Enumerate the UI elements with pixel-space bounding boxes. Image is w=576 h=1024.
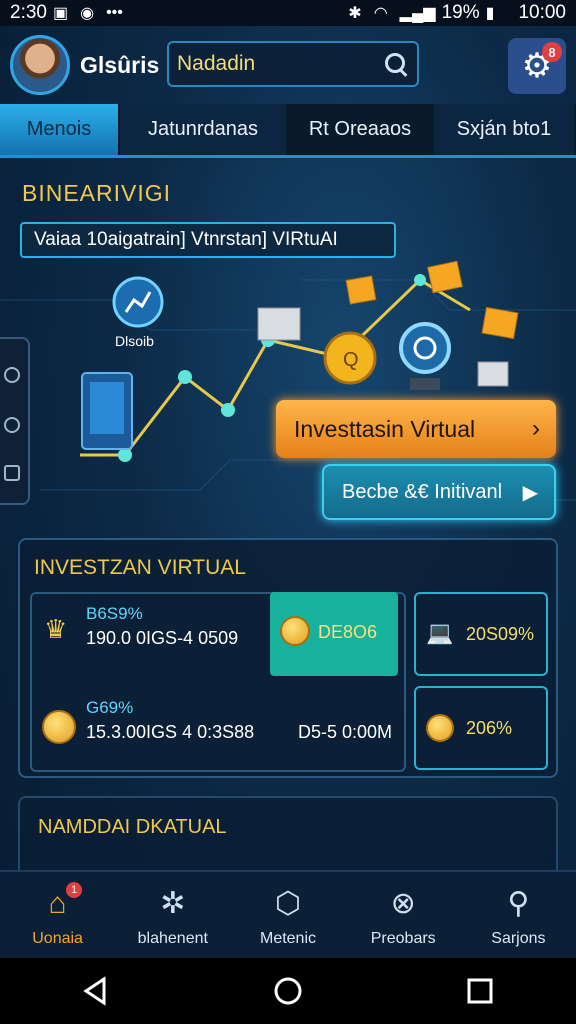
grid-icon bbox=[4, 465, 20, 481]
battery-icon: ▮ bbox=[485, 5, 495, 22]
teal-card-value: DE8O6 bbox=[318, 622, 378, 642]
nav-badge: 1 bbox=[66, 882, 82, 898]
stat-card-value: 206% bbox=[466, 718, 513, 738]
chevron-right-icon: › bbox=[532, 415, 540, 442]
system-navigation-bar bbox=[0, 958, 576, 1024]
secondary-action-label: Becbe &€ Initivanl bbox=[342, 480, 503, 503]
tab-jatunrdanas[interactable]: Jatunrdanas bbox=[120, 104, 288, 155]
bottom-navigation: ⌂ 1 Uonaia ✲ blahenent ⬡ Metenic ⊗ Preob… bbox=[0, 870, 576, 958]
wifi-icon: ◠ bbox=[373, 5, 388, 22]
investment-virtual-label: Investtasin Virtual bbox=[294, 415, 476, 442]
nav-home[interactable]: ⌂ 1 Uonaia bbox=[0, 872, 115, 958]
hero-heading: BINEARIVIGI bbox=[22, 180, 172, 206]
investment-panel: INVESTZAN VIRTUAL ♛ B6S9% 190.0 0IGS-4 0… bbox=[18, 538, 558, 778]
tab-menois[interactable]: Menois bbox=[0, 104, 120, 155]
hero-banner: Vaiaa 10aigatrain] Vtnrstan] VIRtuAI bbox=[20, 222, 396, 258]
nav-metrics[interactable]: ⬡ Metenic bbox=[230, 872, 345, 958]
illustration-label: Dlsoib bbox=[115, 333, 154, 349]
coin-card-icon bbox=[345, 275, 377, 305]
status-bar: 2:30 ▣ ◉ ••• ✱ ◠ ▂▄▆ 19% ▮ 10:00 bbox=[0, 0, 576, 26]
battery-level: 19% bbox=[441, 2, 480, 23]
recents-icon[interactable] bbox=[460, 971, 500, 1011]
coin-icon bbox=[280, 616, 310, 646]
nav-label: blahenent bbox=[137, 930, 208, 947]
cross-circle-icon: ⊗ bbox=[390, 887, 416, 920]
secondary-panel-title: NAMDDAI DKATUAL bbox=[38, 816, 227, 838]
tab-sxjan[interactable]: Sxján bto1 bbox=[434, 104, 576, 155]
chart-badge-icon bbox=[112, 276, 164, 328]
hex-icon: ⬡ bbox=[274, 887, 302, 920]
stat-card[interactable]: 206% bbox=[414, 686, 548, 770]
nav-search[interactable]: ⚲ Sarjons bbox=[461, 872, 576, 958]
secondary-action-button[interactable]: Becbe &€ Initivanl ▶ bbox=[322, 464, 556, 520]
crypto-orb-icon bbox=[399, 322, 451, 390]
search-input[interactable] bbox=[177, 52, 383, 76]
sync-icon bbox=[4, 417, 20, 433]
side-drawer-handle[interactable] bbox=[0, 337, 30, 505]
avatar[interactable] bbox=[10, 35, 70, 95]
home-button-icon[interactable] bbox=[268, 971, 308, 1011]
nav-label: Preobars bbox=[370, 930, 436, 947]
settings-button[interactable]: ⚙ 8 bbox=[508, 38, 566, 94]
notification-badge: 8 bbox=[542, 42, 562, 62]
document-icon bbox=[477, 361, 509, 387]
nav-problems[interactable]: ⊗ Preobars bbox=[346, 872, 461, 958]
row1-title: B6S9% bbox=[86, 604, 143, 623]
coin-icon bbox=[426, 714, 454, 742]
coin-card-icon bbox=[427, 260, 463, 294]
app-header: Glsûris ⚙ 8 bbox=[0, 32, 576, 100]
monitor-icon bbox=[81, 372, 133, 450]
search-bar[interactable] bbox=[167, 41, 419, 87]
box-icon bbox=[257, 307, 301, 341]
mid-value: D5-5 0:00M bbox=[298, 722, 393, 742]
investment-virtual-button[interactable]: Investtasin Virtual › bbox=[276, 400, 556, 458]
more-icon: ••• bbox=[106, 4, 123, 21]
nav-label: Uonaia bbox=[32, 930, 83, 947]
nav-label: Metenic bbox=[259, 930, 317, 947]
app-screen: 2:30 ▣ ◉ ••• ✱ ◠ ▂▄▆ 19% ▮ 10:00 Glsûris… bbox=[0, 0, 576, 1024]
coin-icon bbox=[42, 710, 76, 744]
coin-card-icon bbox=[481, 306, 519, 340]
stat-card[interactable]: 💻 20S09% bbox=[414, 592, 548, 676]
tab-bar: Menois Jatunrdanas Rt Oreaaos Sxján bto1 bbox=[0, 104, 576, 158]
network-icon: ✲ bbox=[160, 887, 186, 920]
back-icon[interactable] bbox=[76, 971, 116, 1011]
app-title: Glsûris bbox=[80, 52, 160, 78]
search-icon: ⚲ bbox=[507, 887, 530, 920]
trophy-icon: ♛ bbox=[44, 614, 68, 644]
nav-management[interactable]: ✲ blahenent bbox=[115, 872, 230, 958]
laptop-icon: 💻 bbox=[426, 620, 454, 645]
bluetooth-icon: ✱ bbox=[348, 5, 362, 22]
row2-value: 15.3.00IGS 4 0:3S88 bbox=[86, 722, 255, 742]
play-icon: ▶ bbox=[522, 481, 538, 504]
tab-rt-oreaaos[interactable]: Rt Oreaaos bbox=[288, 104, 434, 155]
panel-title: INVESTZAN VIRTUAL bbox=[34, 556, 246, 579]
row1-value: 190.0 0IGS-4 0509 bbox=[86, 628, 239, 648]
row2-title: G69% bbox=[86, 698, 134, 717]
signal-icon: ▂▄▆ bbox=[399, 5, 436, 22]
svg-text:Q: Q bbox=[343, 349, 359, 371]
image-icon: ▣ bbox=[52, 5, 69, 22]
status-time-left: 2:30 bbox=[10, 2, 47, 23]
stat-card-value: 20S09% bbox=[466, 624, 535, 644]
messenger-icon: ◉ bbox=[80, 5, 95, 22]
status-time-right: 10:00 bbox=[518, 2, 566, 23]
search-icon[interactable] bbox=[383, 51, 409, 77]
gold-coin-icon: Q bbox=[323, 331, 377, 385]
teal-card[interactable]: DE8O6 bbox=[270, 592, 398, 676]
nav-label: Sarjons bbox=[491, 930, 546, 947]
refresh-icon bbox=[4, 367, 20, 383]
